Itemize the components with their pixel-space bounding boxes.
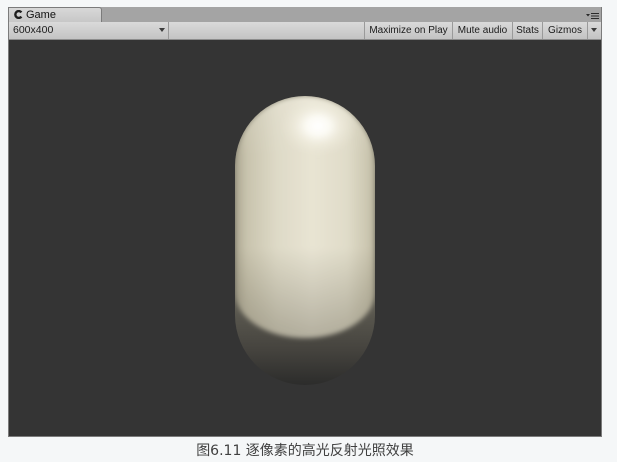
specular-highlight [280,96,356,156]
resolution-dropdown[interactable]: 600x400 [9,22,169,39]
tab-menu-icon[interactable] [586,11,599,20]
tab-label: Game [26,9,56,21]
resolution-label: 600x400 [13,24,54,36]
game-toolbar: 600x400 Maximize on Play Mute audio Stat… [9,22,601,40]
tab-bar: Game [8,7,601,22]
mute-audio-button[interactable]: Mute audio [452,22,512,39]
game-window: Game 600x400 Maximize on Play Mute audio… [8,7,602,437]
tab-game[interactable]: Game [8,7,102,22]
game-viewport-canvas [235,96,375,385]
maximize-on-play-button[interactable]: Maximize on Play [364,22,452,39]
capsule [235,96,375,385]
gizmos-dropdown-button[interactable] [587,22,599,39]
unity-game-icon [14,10,23,19]
figure-caption: 图6.11 逐像素的高光反射光照效果 [196,443,414,459]
chevron-down-icon [159,28,165,32]
game-view[interactable] [9,40,601,436]
gizmos-button[interactable]: Gizmos [542,22,587,39]
chevron-down-icon [591,28,597,32]
stats-button[interactable]: Stats [512,22,542,39]
toolbar-buttons: Maximize on Play Mute audio Stats Gizmos [364,22,599,39]
